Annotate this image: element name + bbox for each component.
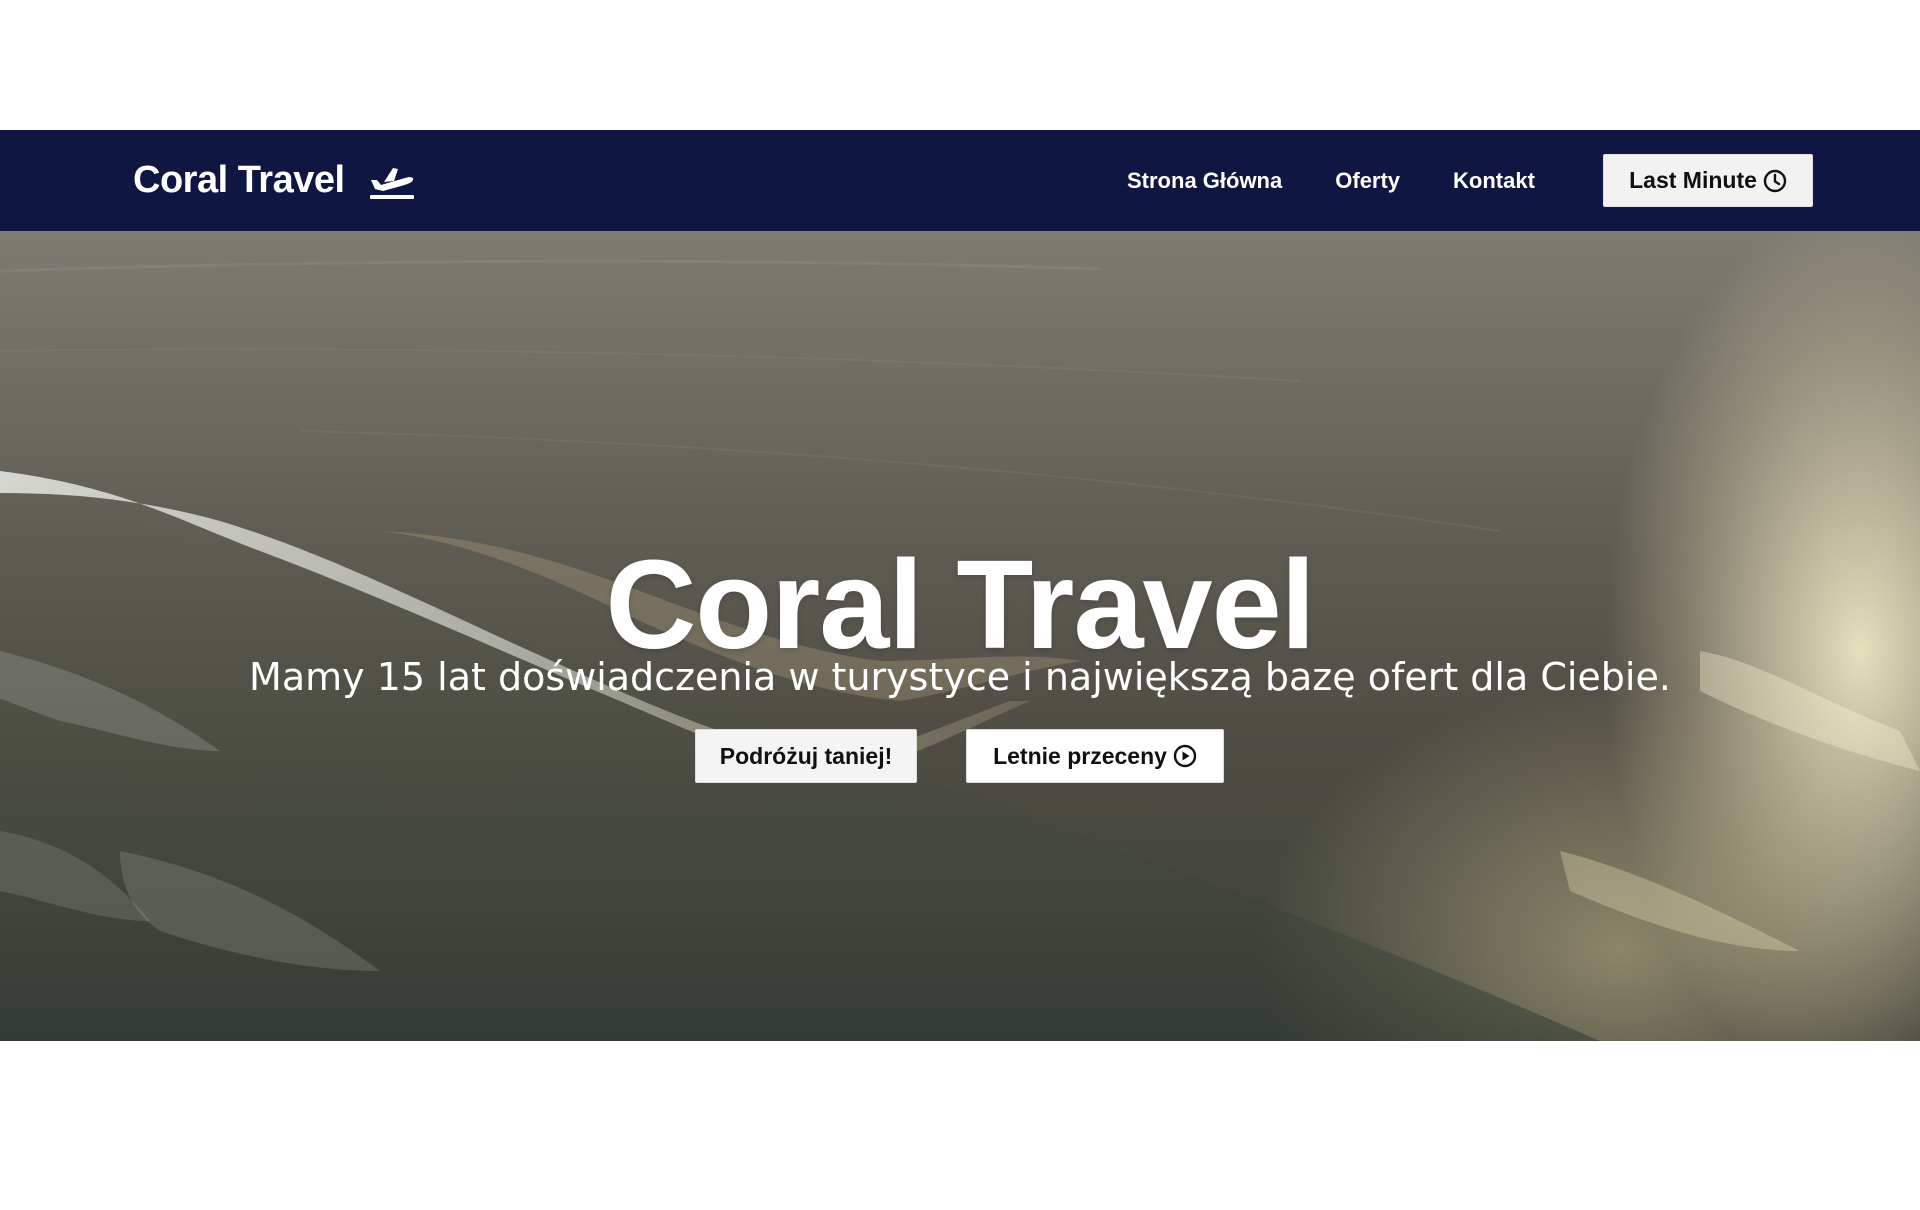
nav-link-offers[interactable]: Oferty bbox=[1335, 168, 1400, 194]
nav-link-home[interactable]: Strona Główna bbox=[1127, 168, 1282, 194]
clock-icon bbox=[1763, 169, 1787, 193]
hero-subtitle: Mamy 15 lat doświadczenia w turystyce i … bbox=[249, 655, 1671, 699]
summer-sales-button[interactable]: Letnie przeceny bbox=[966, 729, 1224, 783]
travel-cheaper-label: Podróżuj taniej! bbox=[719, 742, 893, 769]
summer-sales-label: Letnie przeceny bbox=[993, 742, 1167, 769]
play-circle-icon bbox=[1173, 744, 1197, 768]
hero-section: Coral Travel Mamy 15 lat doświadczenia w… bbox=[0, 231, 1920, 1041]
nav-link-contact[interactable]: Kontakt bbox=[1453, 168, 1535, 194]
hero-actions: Podróżuj taniej! Letnie przeceny bbox=[0, 729, 1920, 785]
brand-logo[interactable]: Coral Travel bbox=[133, 130, 417, 231]
navbar: Coral Travel Strona Główna Oferty Kontak… bbox=[0, 130, 1920, 231]
last-minute-button[interactable]: Last Minute bbox=[1603, 154, 1813, 207]
plane-departure-icon bbox=[367, 161, 417, 201]
brand-name: Coral Travel bbox=[133, 159, 345, 201]
travel-cheaper-button[interactable]: Podróżuj taniej! bbox=[695, 729, 917, 783]
main-nav: Strona Główna Oferty Kontakt bbox=[1127, 130, 1535, 231]
last-minute-label: Last Minute bbox=[1629, 167, 1757, 193]
